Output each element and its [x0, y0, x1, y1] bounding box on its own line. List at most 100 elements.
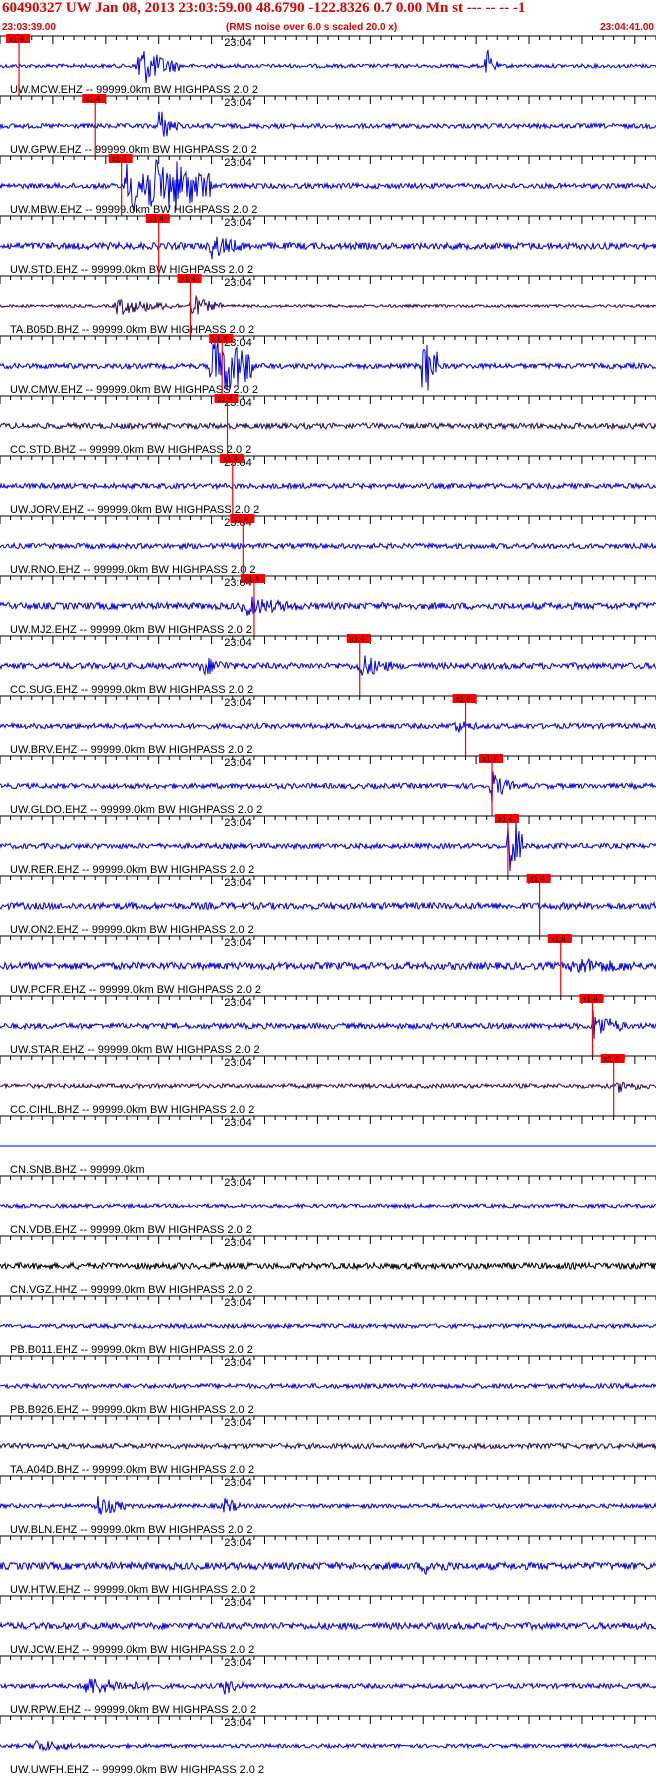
- station-label: CC.CIHL.BHZ -- 99999.0km BW HIGHPASS 2.0…: [10, 1104, 254, 1116]
- waveform-trace: [0, 1321, 656, 1331]
- tick-label: 23:04: [224, 1057, 252, 1069]
- station-label: UW.ON2.EHZ -- 99999.0km BW HIGHPASS 2.0 …: [10, 924, 254, 936]
- station-label: UW.MBW.EHZ -- 99999.0km BW HIGHPASS 2.0 …: [10, 204, 257, 216]
- event-title: 60490327 UW Jan 08, 2013 23:03:59.00 48.…: [2, 0, 526, 16]
- pick-label: x1.4: [244, 575, 260, 584]
- pick-label: x1.4: [350, 635, 366, 644]
- trace-panel: 23:04 UW.MCW.EHZ -- 99999.0km BW HIGHPASS…: [0, 34, 656, 96]
- station-label: UW.JCW.EHZ -- 99999.0km BW HIGHPASS 2.0 …: [10, 1644, 254, 1656]
- waveform-trace: [0, 958, 656, 974]
- station-label: UW.UWFH.EHZ -- 99999.0km BW HIGHPASS 2.0…: [10, 1764, 264, 1776]
- pick-label: x1.4: [217, 395, 233, 404]
- trace-panel: 23:04 UW.ON2.EHZ -- 99999.0km BW HIGHPASS…: [0, 874, 656, 936]
- waveform-trace: [0, 655, 656, 677]
- station-label: CN.VDB.EHZ -- 99999.0km BW HIGHPASS 2.0 …: [10, 1224, 252, 1236]
- station-label: CN.VGZ.HHZ -- 99999.0km BW HIGHPASS 2.0 …: [10, 1284, 252, 1296]
- pick-label: x1.4: [112, 155, 128, 164]
- tick-label: 23:04: [224, 817, 252, 829]
- tick-label: 23:04: [224, 1417, 252, 1429]
- pick-label: x1.4: [530, 875, 546, 884]
- tick-label: 23:04: [224, 697, 252, 709]
- waveform-trace: [0, 721, 656, 733]
- trace-panel: 23:04 CC.SUG.EHZ -- 99999.0km BW HIGHPASS…: [0, 634, 656, 696]
- tick-label: 23:04: [224, 1477, 252, 1489]
- trace-panel: 23:04 UW.UWFH.EHZ -- 99999.0km BW HIGHPAS…: [0, 1715, 656, 1776]
- waveform-trace: [0, 1620, 656, 1632]
- trace-panel: 23:04 UW.RER.EHZ -- 99999.0km BW HIGHPASS…: [0, 814, 656, 876]
- trace-panel: 23:04 UW.PCFR.EHZ -- 99999.0km BW HIGHPAS…: [0, 934, 656, 996]
- trace-panel: 23:04CC.STD.BHZ -- 99999.0km BW HIGHPASS…: [0, 394, 656, 456]
- trace-panel: 23:04UW.MJ2.EHZ -- 99999.0km BW HIGHPASS…: [0, 574, 656, 636]
- tick-label: 23:04: [224, 1717, 252, 1729]
- station-label: UW.BLN.EHZ -- 99999.0km BW HIGHPASS 2.0 …: [10, 1524, 252, 1536]
- station-label: CN.SNB.BHZ -- 99999.0km: [10, 1164, 144, 1176]
- waveform-trace: [0, 771, 656, 803]
- tick-label: 23:04: [224, 217, 252, 229]
- trace-panel: 23:04 UW.HTW.EHZ -- 99999.0km BW HIGHPASS…: [0, 1535, 656, 1596]
- station-label: UW.JORV.EHZ -- 99999.0km BW HIGHPASS 2.0…: [10, 504, 259, 516]
- pick-label: x1.4: [482, 755, 498, 764]
- station-label: UW.MJ2.EHZ -- 99999.0km BW HIGHPASS 2.0 …: [10, 624, 252, 636]
- trace-panel: 23:04 UW.STD.EHZ -- 99999.0km BW HIGHPASS…: [0, 214, 656, 276]
- waveform-trace: [0, 294, 656, 315]
- waveform-trace: [0, 236, 656, 260]
- waveform-trace: [0, 111, 656, 137]
- station-label: UW.RPW.EHZ -- 99999.0km BW HIGHPASS 2.0 …: [10, 1704, 256, 1716]
- waveform-trace: [0, 596, 656, 616]
- tick-label: 23:04: [224, 1177, 252, 1189]
- tick-label: 23:04: [224, 757, 252, 769]
- tick-label: 23:04: [224, 997, 252, 1009]
- trace-panel: 23:04 UW.BLN.EHZ -- 99999.0km BW HIGHPASS…: [0, 1475, 656, 1536]
- trace-panel: 23:04UW.JORV.EHZ -- 99999.0km BW HIGHPAS…: [0, 454, 656, 516]
- tick-label: 23:04: [224, 637, 252, 649]
- scale-note: (RMS noise over 6.0 s scaled 20.0 x): [226, 22, 398, 33]
- trace-panel: 23:04 TA.A04D.BHZ -- 99999.0km BW HIGHPAS…: [0, 1415, 656, 1476]
- station-label: UW.MCW.EHZ -- 99999.0km BW HIGHPASS 2.0 …: [10, 84, 258, 96]
- station-label: UW.GPW.EHZ -- 99999.0km BW HIGHPASS 2.0 …: [10, 144, 257, 156]
- trace-panel: 23:04 CN.SNB.BHZ -- 99999.0km: [0, 1115, 656, 1176]
- waveform-trace: [0, 1261, 656, 1272]
- pick-label: x1.4: [551, 935, 567, 944]
- station-label: UW.RER.EHZ -- 99999.0km BW HIGHPASS 2.0 …: [10, 864, 254, 876]
- tick-label: 23:04: [224, 1537, 252, 1549]
- waveform-trace: [0, 1560, 656, 1576]
- station-label: UW.GLDO.EHZ -- 99999.0km BW HIGHPASS 2.0…: [10, 804, 262, 816]
- waveform-trace: [0, 900, 656, 912]
- station-label: PB.B011.EHZ -- 99999.0km BW HIGHPASS 2.0…: [10, 1344, 253, 1356]
- trace-panel: 23:04 UW.JCW.EHZ -- 99999.0km BW HIGHPASS…: [0, 1595, 656, 1656]
- waveform-trace: [0, 1381, 656, 1391]
- pick-label: x1.4: [498, 815, 514, 824]
- pick-label: x1.4: [85, 95, 101, 104]
- trace-panel: 23:04 UW.GPW.EHZ -- 99999.0km BW HIGHPASS…: [0, 94, 656, 156]
- waveform-trace: [0, 1202, 656, 1210]
- pick-label: x1.4: [223, 455, 239, 464]
- trace-panel: 23:04 UW.BRV.EHZ -- 99999.0km BW HIGHPASS…: [0, 694, 656, 756]
- tick-label: 23:04: [224, 97, 252, 109]
- trace-panel: 23:04 UW.STAR.EHZ -- 99999.0km BW HIGHPAS…: [0, 994, 656, 1056]
- waveform-trace: [0, 1678, 656, 1695]
- station-label: UW.STD.EHZ -- 99999.0km BW HIGHPASS 2.0 …: [10, 264, 253, 276]
- station-label: UW.STAR.EHZ -- 99999.0km BW HIGHPASS 2.0…: [10, 1044, 260, 1056]
- tick-label: 23:04: [224, 1657, 252, 1669]
- waveform-trace: [0, 1495, 656, 1515]
- pick-label: x1.4: [9, 35, 25, 44]
- station-label: PB.B926.EHZ -- 99999.0km BW HIGHPASS 2.0…: [10, 1404, 254, 1416]
- trace-panel: 23:04 UW.RPW.EHZ -- 99999.0km BW HIGHPASS…: [0, 1655, 656, 1716]
- waveform-trace: [0, 481, 656, 491]
- waveform-trace: [0, 1740, 656, 1753]
- pick-label: x1.4: [583, 995, 599, 1004]
- pick-label: x1.4: [456, 695, 472, 704]
- waveform-trace: [0, 49, 656, 83]
- tick-label: 23:04: [224, 1357, 252, 1369]
- trace-panel: 23:04 UW.GLDO.EHZ -- 99999.0km BW HIGHPAS…: [0, 754, 656, 816]
- station-label: UW.BRV.EHZ -- 99999.0km BW HIGHPASS 2.0 …: [10, 744, 253, 756]
- tick-label: 23:04: [224, 157, 252, 169]
- tick-label: 23:04: [224, 1297, 252, 1309]
- trace-panel: 23:04UW.CMW.EHZ -- 99999.0km BW HIGHPASS…: [0, 334, 656, 396]
- pick-label: x1.4: [233, 515, 249, 524]
- end-time: 23:04:41.00: [600, 22, 654, 33]
- trace-panel: 23:04 CN.VGZ.HHZ -- 99999.0km BW HIGHPASS…: [0, 1235, 656, 1296]
- pick-label: x1.4: [212, 335, 228, 344]
- waveform-trace: [0, 1010, 656, 1039]
- trace-panel: 23:04 CN.VDB.EHZ -- 99999.0km BW HIGHPASS…: [0, 1175, 656, 1236]
